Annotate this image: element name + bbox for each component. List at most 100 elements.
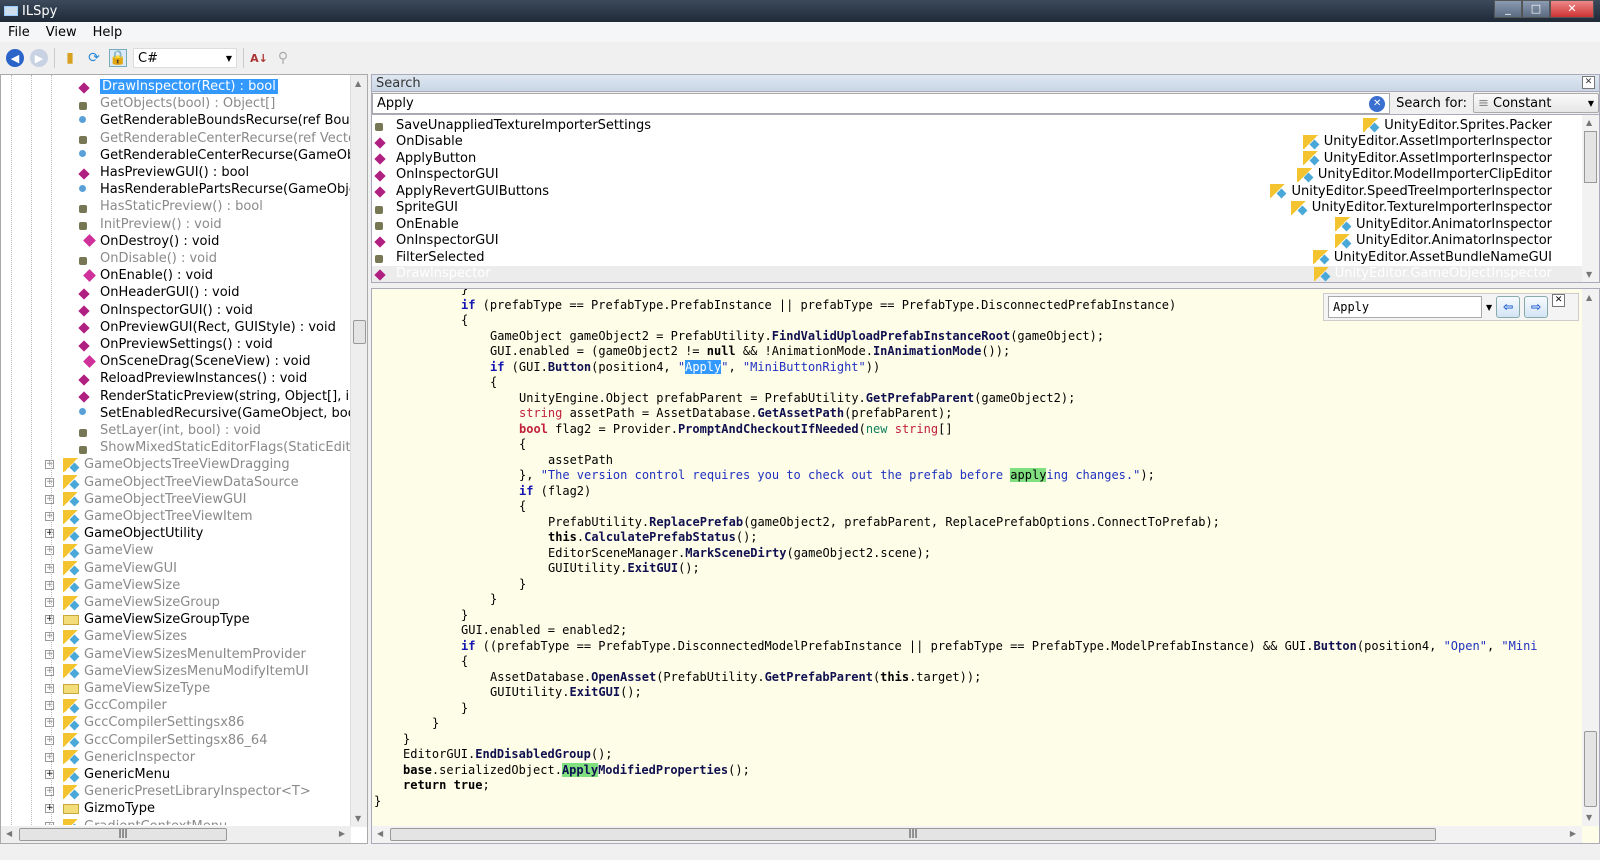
tree-vertical-scrollbar[interactable]: ▲ ▼ bbox=[350, 75, 367, 827]
tree-item[interactable]: + GenericPresetLibraryInspector<T> bbox=[45, 783, 311, 800]
search-result[interactable]: ApplyRevertGUIButtons UnityEditor.SpeedTr… bbox=[372, 183, 1582, 200]
close-search-icon[interactable]: ✕ bbox=[1582, 76, 1595, 89]
tree-item[interactable]: + GameView bbox=[45, 542, 154, 559]
tree-item[interactable]: OnSceneDrag(SceneView) : void bbox=[79, 353, 310, 370]
expand-icon[interactable]: + bbox=[45, 718, 54, 728]
tree-item[interactable]: + GameViewSizes bbox=[45, 628, 187, 645]
expand-icon[interactable]: + bbox=[45, 701, 54, 711]
clear-search-icon[interactable]: ✕ bbox=[1369, 95, 1386, 112]
expand-icon[interactable]: + bbox=[45, 460, 54, 470]
search-result[interactable]: OnInspectorGUI UnityEditor.ModelImporterC… bbox=[372, 167, 1582, 184]
tree-item[interactable]: + GameObjectTreeViewGUI bbox=[45, 491, 246, 508]
tree-item[interactable]: DrawInspector(Rect) : bool bbox=[79, 78, 278, 95]
expand-icon[interactable]: + bbox=[45, 787, 54, 797]
search-result[interactable]: OnEnable UnityEditor.AnimatorInspector bbox=[372, 216, 1582, 233]
tree-item[interactable]: + GccCompilerSettingsx86 bbox=[45, 714, 244, 731]
tree-item[interactable]: OnEnable() : void bbox=[79, 267, 213, 284]
minimize-button[interactable]: _ bbox=[1494, 0, 1522, 18]
expand-icon[interactable]: + bbox=[45, 735, 54, 745]
find-previous-button[interactable]: ⇦ bbox=[1496, 296, 1521, 318]
expand-icon[interactable]: + bbox=[45, 563, 54, 573]
scroll-thumb[interactable] bbox=[1584, 131, 1597, 183]
scroll-thumb[interactable] bbox=[1584, 731, 1597, 807]
expand-icon[interactable]: + bbox=[45, 494, 54, 504]
show-internal-icon[interactable]: 🔒 bbox=[109, 49, 127, 67]
tree-item[interactable]: ReloadPreviewInstances() : void bbox=[79, 370, 307, 387]
search-input[interactable]: Apply ✕ bbox=[372, 92, 1391, 114]
code-view[interactable]: } if (prefabType == PrefabType.PrefabInst… bbox=[371, 288, 1600, 844]
tree-item[interactable]: + GenericMenu bbox=[45, 766, 170, 783]
find-next-button[interactable]: ⇨ bbox=[1524, 296, 1549, 318]
expand-icon[interactable]: + bbox=[45, 649, 54, 659]
expand-icon[interactable]: + bbox=[45, 804, 54, 814]
expand-icon[interactable]: + bbox=[45, 615, 54, 625]
tree-item[interactable]: ShowMixedStaticEditorFlags(StaticEditorF… bbox=[79, 439, 351, 456]
tree-item[interactable]: InitPreview() : void bbox=[79, 216, 222, 233]
search-icon[interactable]: ⚲ bbox=[274, 49, 292, 67]
search-result[interactable]: OnInspectorGUI UnityEditor.AnimatorInspec… bbox=[372, 233, 1582, 250]
sort-az-icon[interactable]: A↓ bbox=[250, 49, 268, 67]
tree-item[interactable]: OnHeaderGUI() : void bbox=[79, 284, 240, 301]
tree-item[interactable]: RenderStaticPreview(string, Object[], in… bbox=[79, 388, 351, 405]
expand-icon[interactable]: + bbox=[45, 632, 54, 642]
tree-item[interactable]: + GameViewSizeGroup bbox=[45, 594, 220, 611]
tree-item[interactable]: + GizmoType bbox=[45, 800, 155, 817]
close-find-icon[interactable]: ✕ bbox=[1552, 294, 1566, 307]
tree-item[interactable]: SetLayer(int, bool) : void bbox=[79, 422, 261, 439]
tree-item[interactable]: GetObjects(bool) : Object[] bbox=[79, 95, 275, 112]
search-result[interactable]: FilterSelected UnityEditor.AssetBundleNam… bbox=[372, 249, 1582, 266]
tree-item[interactable]: OnDestroy() : void bbox=[79, 233, 219, 250]
tree-item[interactable]: + GameViewSizeType bbox=[45, 680, 210, 697]
results-scrollbar[interactable]: ▲ ▼ bbox=[1582, 115, 1599, 282]
expand-icon[interactable]: + bbox=[45, 666, 54, 676]
tree-item[interactable]: + GenericInspector bbox=[45, 749, 195, 766]
tree-item[interactable]: + GradientContextMenu bbox=[45, 818, 227, 825]
search-result[interactable]: SpriteGUI UnityEditor.TextureImporterInsp… bbox=[372, 200, 1582, 217]
tree-item[interactable]: + GameViewGUI bbox=[45, 560, 177, 577]
close-button[interactable]: ✕ bbox=[1550, 0, 1594, 18]
search-result[interactable]: DrawInspector UnityEditor.GameObjectInspe… bbox=[372, 265, 1582, 282]
tree-item[interactable]: + GameViewSizesMenuItemProvider bbox=[45, 646, 306, 663]
tree-item[interactable]: + GameViewSize bbox=[45, 577, 180, 594]
forward-icon[interactable]: ▶ bbox=[30, 49, 48, 67]
back-icon[interactable]: ◀ bbox=[6, 49, 24, 67]
tree-item[interactable]: + GameObjectUtility bbox=[45, 525, 203, 542]
tree-item[interactable]: HasStaticPreview() : bool bbox=[79, 198, 263, 215]
expand-icon[interactable]: + bbox=[45, 546, 54, 556]
code-horizontal-scrollbar[interactable]: ◀ ||| ▶ bbox=[372, 826, 1582, 843]
search-mode-select[interactable]: ≡ Constant ▼ bbox=[1473, 93, 1599, 113]
tree-item[interactable]: + GameObjectTreeViewItem bbox=[45, 508, 253, 525]
refresh-icon[interactable]: ⟳ bbox=[85, 49, 103, 67]
tree-item[interactable]: + GccCompiler bbox=[45, 697, 167, 714]
tree-item[interactable]: + GameViewSizeGroupType bbox=[45, 611, 250, 628]
tree-item[interactable]: + GccCompilerSettingsx86_64 bbox=[45, 732, 267, 749]
search-result[interactable]: ApplyButton UnityEditor.AssetImporterInsp… bbox=[372, 150, 1582, 167]
menu-view[interactable]: View bbox=[38, 25, 85, 40]
assembly-tree[interactable]: DrawInspector(Rect) : bool GetObjects(boo… bbox=[1, 75, 351, 825]
open-folder-icon[interactable]: ▮ bbox=[61, 49, 79, 67]
tree-item[interactable]: HasPreviewGUI() : bool bbox=[79, 164, 249, 181]
tree-item[interactable]: + GameViewSizesMenuModifyItemUI bbox=[45, 663, 309, 680]
code-vertical-scrollbar[interactable]: ▲ ▼ bbox=[1582, 289, 1599, 826]
tree-item[interactable]: HasRenderablePartsRecurse(GameObject) : … bbox=[79, 181, 351, 198]
scroll-thumb[interactable] bbox=[353, 320, 366, 344]
scroll-thumb[interactable]: ||| bbox=[390, 828, 1436, 841]
expand-icon[interactable]: + bbox=[45, 529, 54, 539]
search-result[interactable]: SaveUnappliedTextureImporterSettings Unit… bbox=[372, 117, 1582, 134]
expand-icon[interactable]: + bbox=[45, 477, 54, 487]
expand-icon[interactable]: + bbox=[45, 684, 54, 693]
expand-icon[interactable]: + bbox=[45, 598, 54, 607]
tree-item[interactable]: OnInspectorGUI() : void bbox=[79, 302, 253, 319]
tree-item[interactable]: OnPreviewSettings() : void bbox=[79, 336, 273, 353]
expand-icon[interactable]: + bbox=[45, 580, 54, 590]
decompiled-code[interactable]: } if (prefabType == PrefabType.PrefabInst… bbox=[374, 289, 1554, 827]
find-input[interactable]: Apply bbox=[1328, 296, 1482, 318]
language-select[interactable]: C# ▼ bbox=[133, 48, 237, 68]
tree-item[interactable]: + GameObjectsTreeViewDragging bbox=[45, 456, 290, 473]
tree-item[interactable]: GetRenderableBoundsRecurse(ref Bounds, G… bbox=[79, 112, 351, 129]
chevron-down-icon[interactable]: ▼ bbox=[1486, 303, 1492, 312]
expand-icon[interactable]: + bbox=[45, 752, 54, 762]
tree-item[interactable]: SetEnabledRecursive(GameObject, bool) : … bbox=[79, 405, 351, 422]
expand-icon[interactable]: + bbox=[45, 821, 54, 825]
search-result[interactable]: OnDisable UnityEditor.AssetImporterInspec… bbox=[372, 134, 1582, 151]
